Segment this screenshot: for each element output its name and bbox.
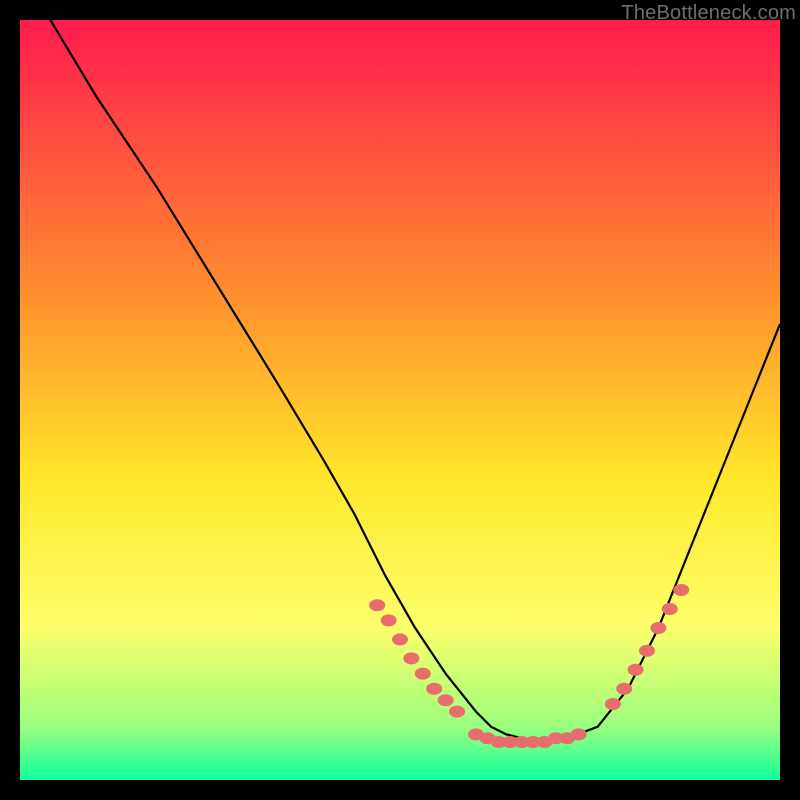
gradient-background xyxy=(20,20,780,780)
data-dot xyxy=(673,584,689,596)
data-dot xyxy=(662,603,678,615)
watermark-text: TheBottleneck.com xyxy=(621,2,796,25)
data-dot xyxy=(426,683,442,695)
data-dot xyxy=(449,706,465,718)
data-dot xyxy=(392,633,408,645)
data-dot xyxy=(605,698,621,710)
chart-svg xyxy=(20,20,780,780)
data-dot xyxy=(628,664,644,676)
data-dot xyxy=(415,668,431,680)
data-dot xyxy=(403,652,419,664)
data-dot xyxy=(381,614,397,626)
data-dot xyxy=(650,622,666,634)
data-dot xyxy=(369,599,385,611)
data-dot xyxy=(438,694,454,706)
chart-frame xyxy=(20,20,780,780)
data-dot xyxy=(571,728,587,740)
data-dot xyxy=(639,645,655,657)
data-dot xyxy=(616,683,632,695)
